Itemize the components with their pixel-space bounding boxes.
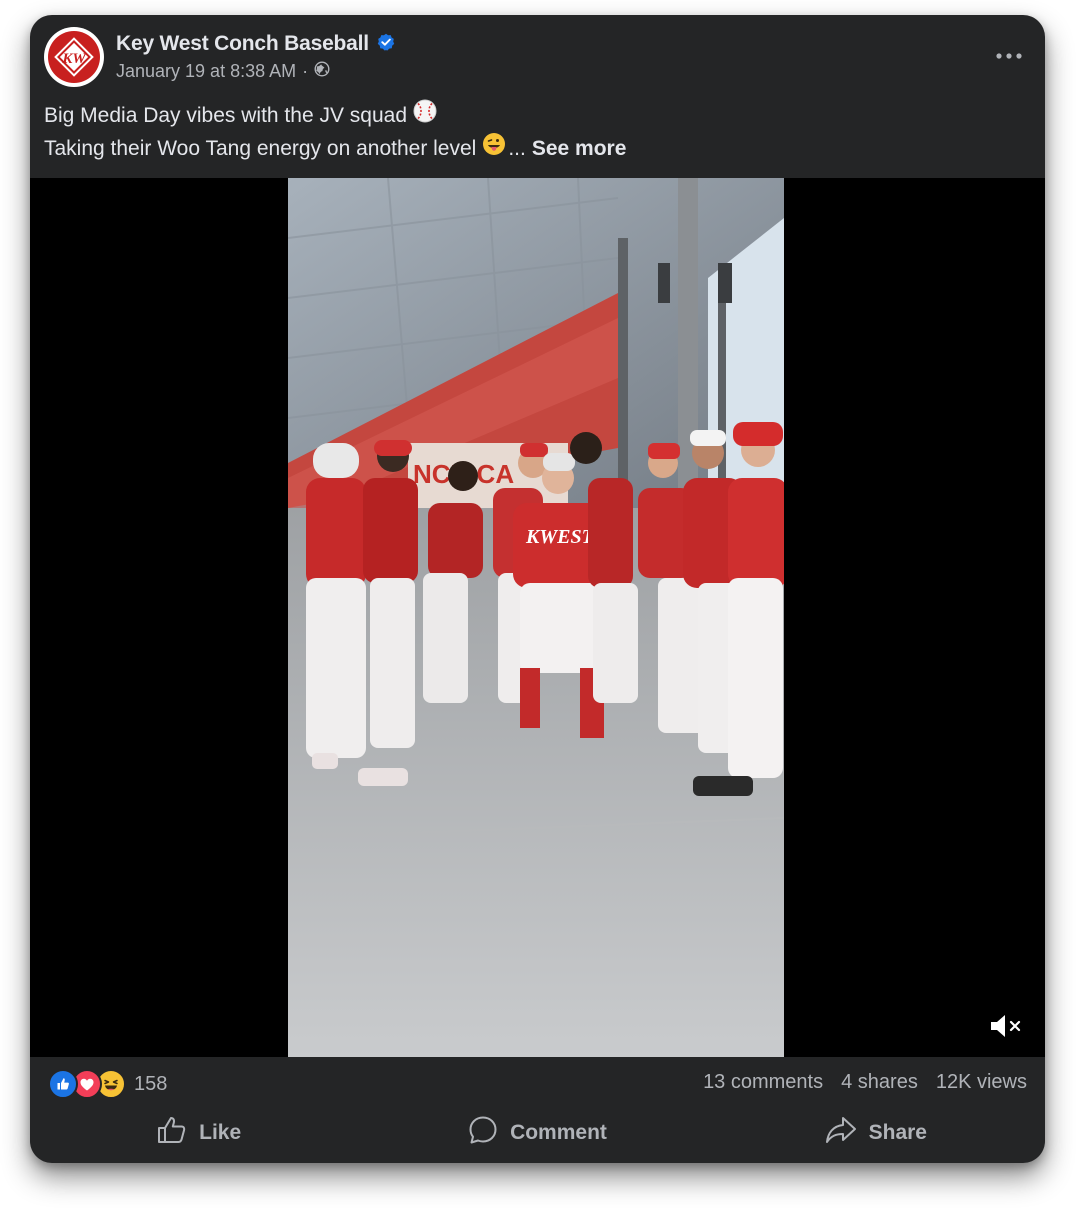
thumbs-up-icon — [157, 1116, 187, 1150]
comment-button[interactable]: Comment — [368, 1109, 706, 1157]
caption-text-1: Big Media Day vibes with the JV squad — [44, 104, 408, 127]
video-player[interactable]: NCH CA KWEST — [30, 178, 1045, 1057]
post-caption: Big Media Day vibes with the JV squad Ta… — [44, 99, 626, 165]
share-label: Share — [868, 1121, 927, 1144]
caption-line-2: Taking their Woo Tang energy on another … — [44, 132, 626, 165]
like-button[interactable]: Like — [30, 1109, 368, 1157]
baseball-emoji-icon — [413, 99, 437, 132]
verified-badge-icon — [377, 33, 395, 56]
globe-icon[interactable] — [314, 61, 330, 82]
engagement-counts: 13 comments 4 shares 12K views — [703, 1071, 1027, 1094]
video-frame[interactable]: NCH CA KWEST — [288, 178, 784, 1057]
post-card: KW Key West Conch Baseball January 19 at… — [30, 15, 1045, 1163]
post-author: Key West Conch Baseball — [116, 30, 395, 58]
caption-line-1: Big Media Day vibes with the JV squad — [44, 99, 626, 132]
share-button[interactable]: Share — [707, 1109, 1045, 1157]
engagement-stats: 158 13 comments 4 shares 12K views — [30, 1057, 1045, 1109]
like-label: Like — [199, 1121, 242, 1144]
muted-speaker-icon — [989, 1012, 1023, 1045]
post-meta: January 19 at 8:38 AM · — [116, 61, 330, 82]
mute-toggle-button[interactable] — [986, 1010, 1026, 1046]
more-dots-icon — [996, 46, 1022, 64]
video-still-image: NCH CA KWEST — [288, 178, 784, 1057]
comments-count-link[interactable]: 13 comments — [703, 1071, 823, 1094]
comment-label: Comment — [510, 1121, 607, 1144]
shares-count-link[interactable]: 4 shares — [841, 1071, 918, 1094]
like-reaction-icon — [48, 1069, 78, 1099]
page-avatar[interactable]: KW — [44, 27, 104, 87]
reaction-count: 158 — [134, 1072, 168, 1095]
kw-logo: KW — [45, 28, 103, 86]
reactions-summary[interactable]: 158 — [48, 1069, 167, 1099]
more-options-button[interactable] — [991, 43, 1027, 67]
svg-text:KWEST: KWEST — [525, 526, 595, 548]
svg-text:KW: KW — [61, 51, 87, 67]
see-more-link[interactable]: See more — [532, 133, 627, 164]
tongue-wink-emoji-icon — [482, 132, 506, 165]
caption-text-2: Taking their Woo Tang energy on another … — [44, 137, 477, 160]
author-name-link[interactable]: Key West Conch Baseball — [116, 32, 369, 56]
post-actions: Like Comment Share — [30, 1109, 1045, 1157]
comment-bubble-icon — [468, 1115, 498, 1151]
post-timestamp[interactable]: January 19 at 8:38 AM — [116, 61, 296, 82]
share-arrow-icon — [825, 1116, 857, 1150]
caption-ellipsis: ... — [508, 137, 526, 160]
views-count: 12K views — [935, 1071, 1027, 1093]
meta-separator: · — [302, 61, 309, 81]
